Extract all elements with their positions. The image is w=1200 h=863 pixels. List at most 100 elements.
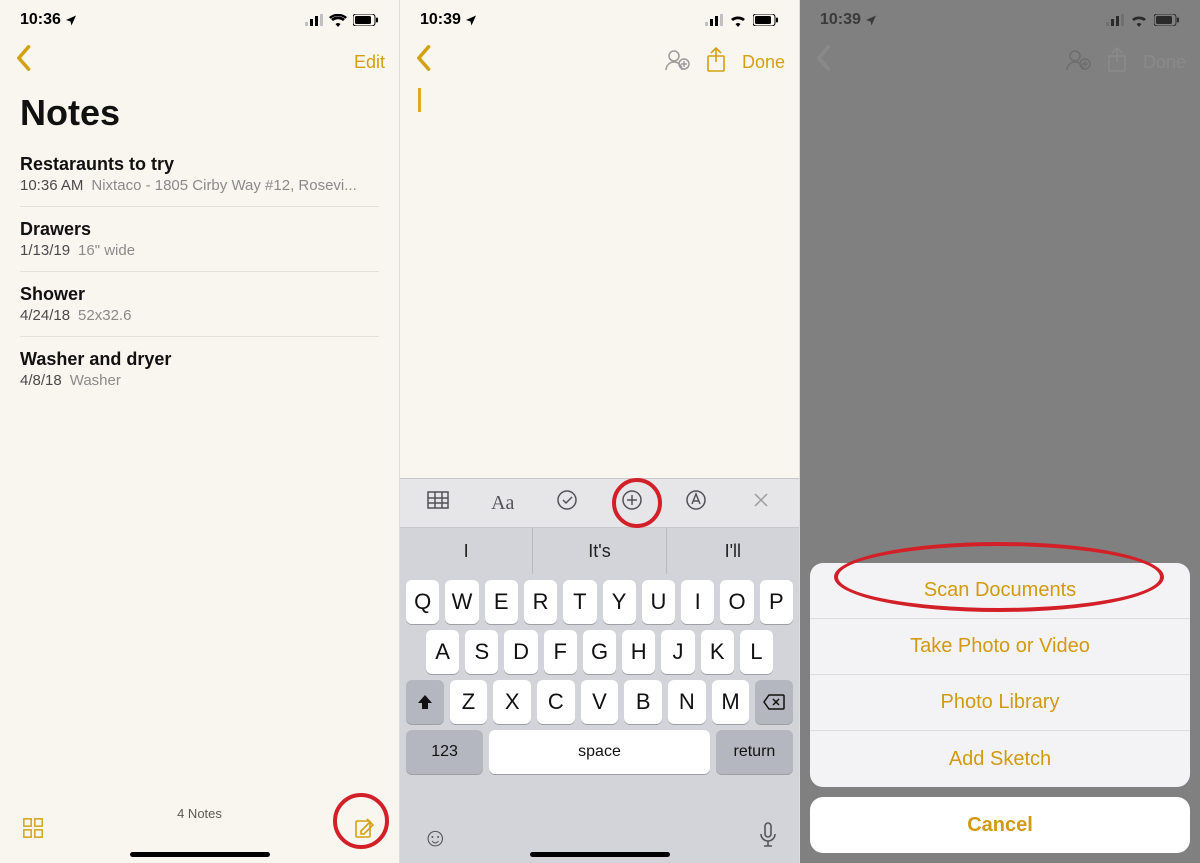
- nav-bar: Done: [800, 40, 1200, 84]
- suggestion[interactable]: I: [400, 528, 533, 574]
- location-icon: [65, 14, 77, 26]
- key-r[interactable]: R: [524, 580, 557, 624]
- grid-view-icon[interactable]: [22, 817, 44, 839]
- back-button: [814, 44, 832, 80]
- note-date: 4/24/18: [20, 307, 70, 324]
- option-add-sketch[interactable]: Add Sketch: [810, 731, 1190, 787]
- add-attachment-icon[interactable]: [612, 489, 652, 517]
- key-m[interactable]: M: [712, 680, 750, 724]
- key-x[interactable]: X: [493, 680, 531, 724]
- share-icon[interactable]: [706, 47, 726, 78]
- status-time: 10:39: [820, 11, 861, 29]
- share-icon: [1107, 47, 1127, 78]
- cellular-icon: [305, 14, 323, 26]
- note-preview: 16" wide: [78, 242, 135, 259]
- text-format-button[interactable]: Aa: [483, 492, 523, 515]
- cancel-button[interactable]: Cancel: [810, 797, 1190, 853]
- wifi-icon: [1130, 14, 1148, 27]
- status-time: 10:39: [420, 11, 461, 29]
- space-key[interactable]: space: [489, 730, 710, 774]
- option-scan-documents[interactable]: Scan Documents: [810, 563, 1190, 619]
- collaborate-icon[interactable]: [664, 48, 690, 77]
- notes-list-screen: 10:36 Edit Notes Restaraunts to try 10:3…: [0, 0, 400, 863]
- nav-bar: Edit: [0, 40, 399, 84]
- key-e[interactable]: E: [485, 580, 518, 624]
- key-v[interactable]: V: [581, 680, 619, 724]
- compose-icon[interactable]: [353, 816, 377, 840]
- format-toolbar: Aa: [400, 478, 799, 528]
- wifi-icon: [729, 14, 747, 27]
- key-q[interactable]: Q: [406, 580, 439, 624]
- suggestion[interactable]: I'll: [667, 528, 799, 574]
- key-a[interactable]: A: [426, 630, 459, 674]
- text-cursor[interactable]: [418, 88, 421, 112]
- status-bar: 10:39: [400, 0, 799, 40]
- key-f[interactable]: F: [544, 630, 577, 674]
- action-sheet: Scan Documents Take Photo or Video Photo…: [810, 563, 1190, 853]
- key-k[interactable]: K: [701, 630, 734, 674]
- close-toolbar-icon[interactable]: [741, 491, 781, 515]
- note-title: Washer and dryer: [20, 349, 379, 370]
- key-b[interactable]: B: [624, 680, 662, 724]
- key-u[interactable]: U: [642, 580, 675, 624]
- key-g[interactable]: G: [583, 630, 616, 674]
- location-icon: [865, 14, 877, 26]
- note-date: 10:36 AM: [20, 177, 83, 194]
- done-button: Done: [1143, 52, 1186, 73]
- note-editor-screen: 10:39 Done Aa I: [400, 0, 800, 863]
- option-take-photo-or-video[interactable]: Take Photo or Video: [810, 619, 1190, 675]
- markup-icon[interactable]: [676, 489, 716, 517]
- table-icon[interactable]: [418, 491, 458, 515]
- key-n[interactable]: N: [668, 680, 706, 724]
- note-title: Shower: [20, 284, 379, 305]
- cellular-icon: [1106, 14, 1124, 26]
- done-button[interactable]: Done: [742, 52, 785, 73]
- key-w[interactable]: W: [445, 580, 478, 624]
- backspace-key[interactable]: [755, 680, 793, 724]
- note-date: 1/13/19: [20, 242, 70, 259]
- key-j[interactable]: J: [661, 630, 694, 674]
- key-i[interactable]: I: [681, 580, 714, 624]
- notes-count: 4 Notes: [177, 806, 222, 821]
- note-item[interactable]: Restaraunts to try 10:36 AM Nixtaco - 180…: [20, 142, 379, 207]
- note-item[interactable]: Drawers 1/13/1916" wide: [20, 207, 379, 272]
- page-title: Notes: [0, 84, 399, 142]
- note-preview: Washer: [70, 372, 121, 389]
- emoji-icon[interactable]: ☺: [422, 822, 449, 853]
- shift-key[interactable]: [406, 680, 444, 724]
- status-bar: 10:39: [800, 0, 1200, 40]
- note-preview: Nixtaco - 1805 Cirby Way #12, Rosevi...: [91, 177, 356, 194]
- numbers-key[interactable]: 123: [406, 730, 483, 774]
- home-indicator[interactable]: [130, 852, 270, 857]
- key-h[interactable]: H: [622, 630, 655, 674]
- note-item[interactable]: Shower 4/24/1852x32.6: [20, 272, 379, 337]
- option-photo-library[interactable]: Photo Library: [810, 675, 1190, 731]
- checklist-icon[interactable]: [547, 489, 587, 517]
- status-bar: 10:36: [0, 0, 399, 40]
- key-y[interactable]: Y: [603, 580, 636, 624]
- edit-button[interactable]: Edit: [354, 52, 385, 73]
- back-button[interactable]: [414, 44, 432, 80]
- key-s[interactable]: S: [465, 630, 498, 674]
- key-z[interactable]: Z: [450, 680, 488, 724]
- return-key[interactable]: return: [716, 730, 793, 774]
- key-l[interactable]: L: [740, 630, 773, 674]
- notes-list: Restaraunts to try 10:36 AM Nixtaco - 180…: [0, 142, 399, 401]
- note-date: 4/8/18: [20, 372, 62, 389]
- location-icon: [465, 14, 477, 26]
- dictation-icon[interactable]: [759, 822, 777, 853]
- home-indicator[interactable]: [530, 852, 670, 857]
- suggestion[interactable]: It's: [533, 528, 666, 574]
- key-o[interactable]: O: [720, 580, 753, 624]
- key-p[interactable]: P: [760, 580, 793, 624]
- key-d[interactable]: D: [504, 630, 537, 674]
- note-item[interactable]: Washer and dryer 4/8/18 Washer: [20, 337, 379, 401]
- battery-icon: [753, 14, 779, 26]
- cellular-icon: [705, 14, 723, 26]
- back-button[interactable]: [14, 44, 32, 80]
- keyboard: I It's I'll Q W E R T Y U I O P A S D F …: [400, 528, 799, 863]
- status-time: 10:36: [20, 11, 61, 29]
- note-title: Restaraunts to try: [20, 154, 379, 175]
- key-c[interactable]: C: [537, 680, 575, 724]
- key-t[interactable]: T: [563, 580, 596, 624]
